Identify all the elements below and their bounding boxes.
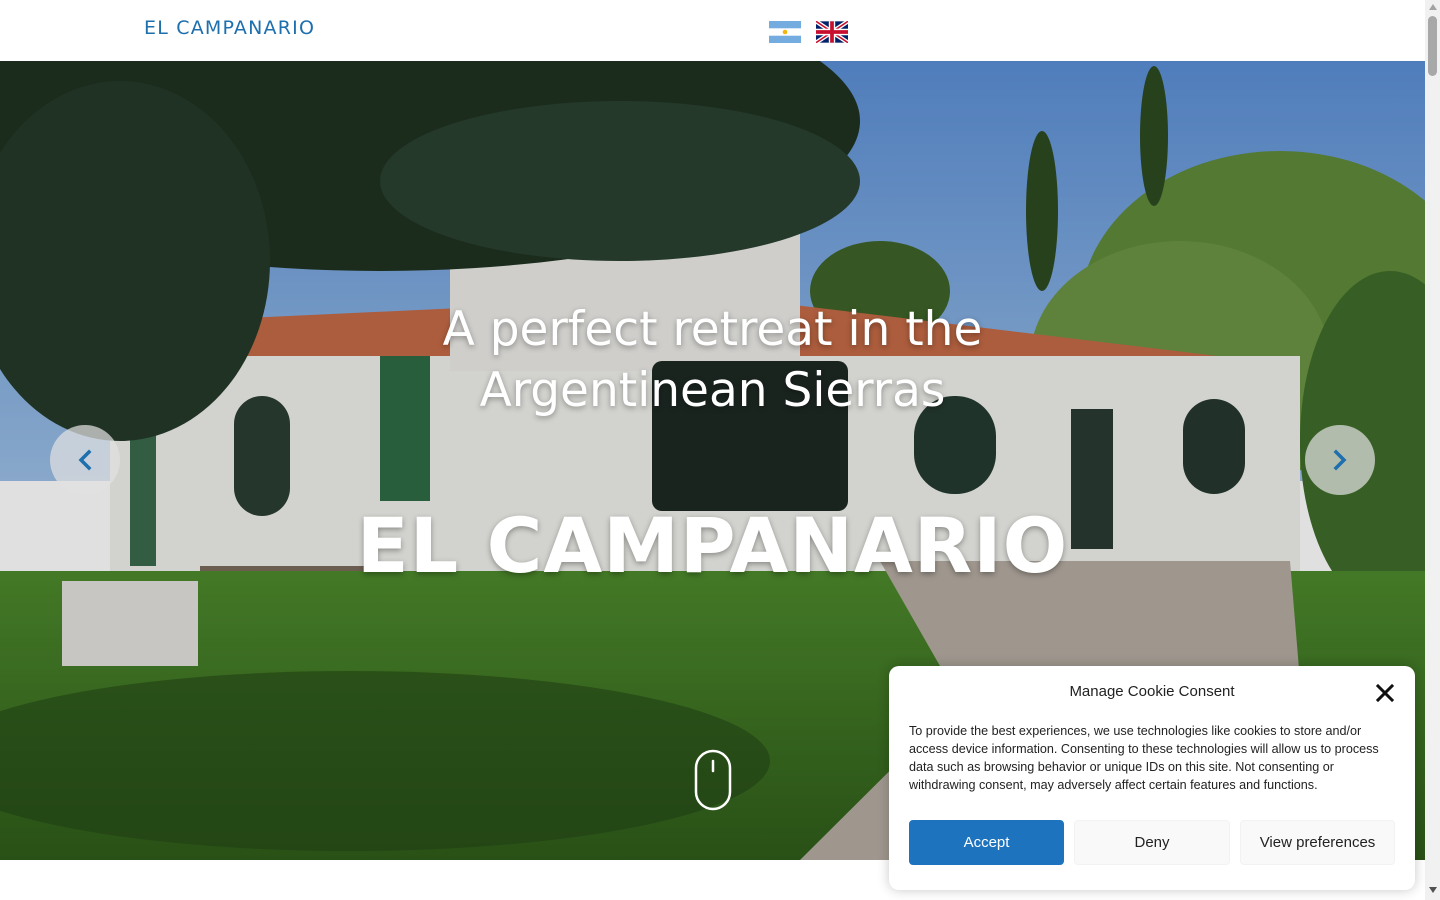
hero-tagline-line1: A perfect retreat in the (442, 302, 983, 357)
hero-tagline-line2: Argentinean Sierras (479, 363, 946, 418)
slider-prev-button[interactable] (50, 425, 120, 495)
cookie-dialog-message: To provide the best experiences, we use … (909, 724, 1379, 792)
close-icon[interactable] (1375, 683, 1395, 703)
uk-flag-icon[interactable] (816, 21, 848, 43)
scrollbar-thumb[interactable] (1428, 16, 1437, 76)
chevron-left-icon (78, 449, 92, 471)
scroll-up-arrow-icon[interactable] (1429, 4, 1437, 10)
slider-next-button[interactable] (1305, 425, 1375, 495)
page-scrollbar[interactable] (1425, 0, 1440, 900)
cookie-consent-dialog: Manage Cookie Consent To provide the bes… (889, 666, 1415, 890)
cookie-dialog-title: Manage Cookie Consent (1069, 683, 1235, 700)
mouse-scroll-icon[interactable] (694, 749, 732, 811)
site-logo-link[interactable]: EL CAMPANARIO (144, 17, 315, 39)
deny-button[interactable]: Deny (1074, 820, 1230, 865)
scroll-down-arrow-icon[interactable] (1429, 887, 1437, 893)
chevron-right-icon (1333, 449, 1347, 471)
accept-button[interactable]: Accept (909, 820, 1064, 865)
hero-title: EL CAMPANARIO (356, 501, 1069, 590)
hero-tagline: A perfect retreat in the Argentinean Sie… (0, 299, 1425, 421)
argentina-flag-icon[interactable] (769, 21, 801, 43)
site-header: EL CAMPANARIO (0, 0, 1425, 61)
view-preferences-button[interactable]: View preferences (1240, 820, 1395, 865)
